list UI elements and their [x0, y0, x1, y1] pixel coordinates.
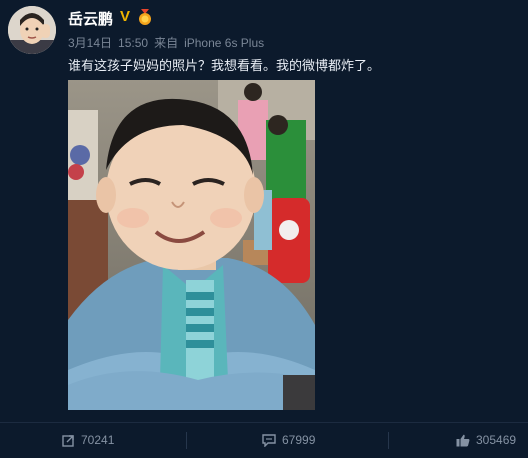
- comment-icon: [262, 434, 276, 449]
- comment-count: 67999: [282, 433, 316, 447]
- avatar-image: [8, 6, 56, 54]
- like-icon: [456, 435, 470, 447]
- verified-icon: V: [119, 8, 130, 25]
- comment-button[interactable]: 67999: [262, 423, 315, 458]
- repost-count: 70241: [81, 433, 115, 447]
- device-source[interactable]: iPhone 6s Plus: [184, 36, 264, 50]
- medal-icon[interactable]: [136, 8, 154, 26]
- repost-icon: [62, 435, 74, 448]
- post-time[interactable]: 15:50: [118, 36, 148, 50]
- divider: [388, 432, 389, 449]
- child-photo-image: [68, 80, 315, 410]
- like-count: 305469: [476, 433, 517, 447]
- post-meta: 3月14日 15:50 来自 iPhone 6s Plus: [68, 34, 270, 51]
- username[interactable]: 岳云鹏: [68, 8, 113, 29]
- post-photo[interactable]: [68, 80, 315, 410]
- post-text: 谁有这孩子妈妈的照片？我想看看。我的微博都炸了。: [68, 58, 381, 73]
- source-prefix: 来自: [154, 36, 179, 50]
- action-bar: 70241 67999 305469: [0, 422, 528, 458]
- repost-button[interactable]: 70241: [62, 423, 114, 458]
- avatar[interactable]: [8, 6, 56, 54]
- like-button[interactable]: 305469: [456, 423, 516, 458]
- divider: [186, 432, 187, 449]
- post-date[interactable]: 3月14日: [68, 36, 112, 50]
